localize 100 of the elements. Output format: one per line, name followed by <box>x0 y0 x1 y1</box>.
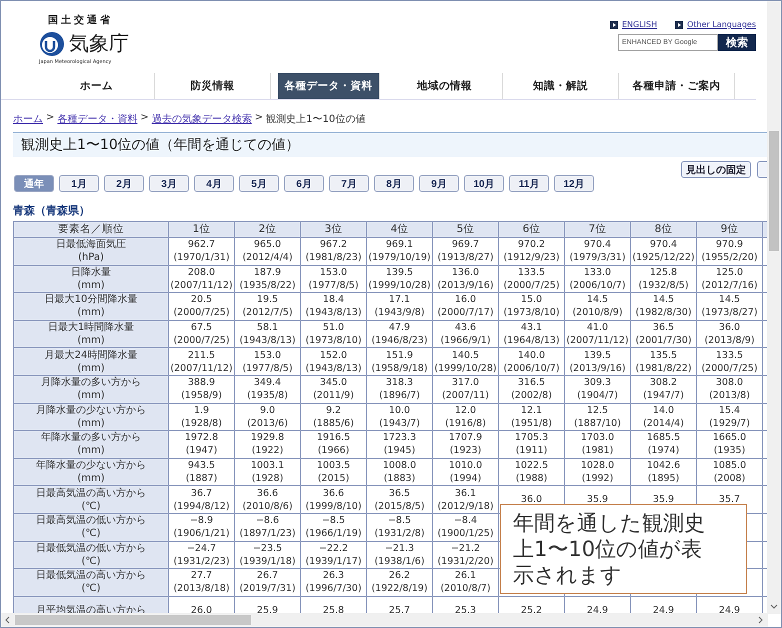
table-cell: 1703.0 (1981) <box>564 430 630 458</box>
table-cell: 36.5 (2015/8/5) <box>366 486 432 514</box>
table-cell: 14.5 (1973/8/27) <box>696 292 762 320</box>
table-cell: 970.9 (1955/2/20) <box>696 238 762 266</box>
table-cell: 962.7 (1970/1/31) <box>168 238 234 266</box>
table-cell: −23.5 (1939/1/18) <box>234 541 300 569</box>
table-cell: 1042.6 (1895) <box>630 458 696 486</box>
table-cell: 1.9 (1928/8) <box>168 403 234 431</box>
table-cell: −24.7 (1931/2/23) <box>168 541 234 569</box>
breadcrumb-separator: > <box>254 112 264 125</box>
month-tab[interactable]: 1月 <box>59 175 99 192</box>
table-cell: 388.9 (1958/9) <box>168 375 234 404</box>
table-cell: 16.0 (2000/7/17) <box>432 292 498 320</box>
table-cell: 14.5 (2010/8/9) <box>564 292 630 320</box>
table-cell: 133.5 (2000/7/25) <box>498 265 564 293</box>
table-cell: 51.0 (1973/8/10) <box>300 320 366 348</box>
month-tab[interactable]: 10月 <box>464 175 504 192</box>
nav-tab[interactable]: 知識・解説 <box>503 73 619 99</box>
month-tab[interactable]: 3月 <box>149 175 189 192</box>
language-link[interactable]: ENGLISH <box>622 20 658 29</box>
breadcrumb-link[interactable]: 各種データ・資料 <box>57 112 138 126</box>
table-cell: 20.5 (2000/7/25) <box>168 292 234 320</box>
row-header-cell: 日最低気温の低い方から (℃) <box>14 541 168 569</box>
breadcrumb-separator: > <box>140 112 149 125</box>
column-header: 6位 <box>498 222 564 238</box>
column-header: 5位 <box>432 222 498 238</box>
month-tab[interactable]: 5月 <box>239 175 279 192</box>
column-header: 7位 <box>564 222 630 238</box>
row-header-cell: 月最大24時間降水量 (mm) <box>14 348 168 376</box>
table-cell: 139.5 (2013/9/16) <box>564 348 630 376</box>
table-cell: 36.7 (1994/8/12) <box>168 486 234 514</box>
table-cell: 26.3 (1996/7/30) <box>300 568 366 596</box>
column-header: 2位 <box>234 222 300 238</box>
nav-tab[interactable]: ホーム <box>39 73 155 99</box>
table-cell: 17.1 (1943/9/8) <box>366 292 432 320</box>
month-tab[interactable]: 12月 <box>554 175 594 192</box>
row-header-cell: 年降水量の少ない方から (mm) <box>14 458 168 486</box>
month-tab[interactable]: 4月 <box>194 175 234 192</box>
table-cell: 1003.1 (1928) <box>234 458 300 486</box>
table-cell: 1705.3 (1911) <box>498 430 564 458</box>
table-cell: 135.5 (1981/8/22) <box>630 348 696 376</box>
table-cell: 36.6 (2010/8/6) <box>234 486 300 514</box>
ministry-name: 国土交通省 <box>48 13 114 27</box>
month-tab[interactable]: 6月 <box>284 175 324 192</box>
table-cell: 12.0 (1916/8) <box>432 403 498 431</box>
table-cell: 26.2 (1922/8/19) <box>366 568 432 596</box>
table-cell: 970.4 (1925/12/22) <box>630 238 696 266</box>
table-cell: 140.5 (1999/10/28) <box>432 348 498 376</box>
nav-tab[interactable]: 地域の情報 <box>387 73 503 99</box>
table-cell: 349.4 (1935/8) <box>234 375 300 404</box>
table-cell: 970.2 (1912/9/23) <box>498 238 564 266</box>
table-cell: 153.0 (1977/8/5) <box>300 265 366 293</box>
table-cell: 1028.0 (1992) <box>564 458 630 486</box>
table-cell: 9.2 (1885/6) <box>300 403 366 431</box>
table-cell: 1972.8 (1947) <box>168 430 234 458</box>
row-header-cell: 年降水量の多い方から (mm) <box>14 430 168 458</box>
table-cell: 208.0 (2007/11/12) <box>168 265 234 293</box>
table-cell: 316.5 (2002/8) <box>498 375 564 404</box>
table-cell: 308.2 (1947/7) <box>630 375 696 404</box>
month-tab[interactable]: 2月 <box>104 175 144 192</box>
table-cell: −21.3 (1938/1/6) <box>366 541 432 569</box>
column-header: 1位 <box>168 222 234 238</box>
fix-header-button[interactable]: 見出しの固定 <box>681 161 751 178</box>
breadcrumb-link[interactable]: 過去の気象データ検索 <box>152 112 252 126</box>
nav-tab[interactable]: 各種申請・ご案内 <box>619 73 735 99</box>
search-button[interactable]: 検索 <box>718 34 756 51</box>
month-tab[interactable]: 9月 <box>419 175 459 192</box>
table-cell: −8.4 (1900/1/25) <box>432 513 498 542</box>
row-header-cell: 日最大10分間降水量 (mm) <box>14 292 168 320</box>
breadcrumb-current: 観測史上1〜10位の値 <box>266 112 366 126</box>
table-cell: 12.1 (1951/8) <box>498 403 564 431</box>
table-cell: −21.2 (1931/2/20) <box>432 541 498 569</box>
month-tab[interactable]: 8月 <box>374 175 414 192</box>
row-header-cell: 日最高気温の高い方から (℃) <box>14 486 168 514</box>
table-cell: 125.8 (1932/8/5) <box>630 265 696 293</box>
nav-tab[interactable]: 防災情報 <box>155 73 271 99</box>
table-cell: −8.5 (1966/1/19) <box>300 513 366 542</box>
month-tab[interactable]: 11月 <box>509 175 549 192</box>
table-cell: 309.3 (1904/7) <box>564 375 630 404</box>
row-header-cell: 日最大1時間降水量 (mm) <box>14 320 168 348</box>
table-cell: 36.1 (2012/9/18) <box>432 486 498 514</box>
nav-tab[interactable]: 各種データ・資料 <box>278 73 380 99</box>
table-cell: 1665.0 (1935) <box>696 430 762 458</box>
breadcrumb-separator: > <box>46 112 54 125</box>
table-cell: 43.6 (1966/9/1) <box>432 320 498 348</box>
table-cell: 967.2 (1981/8/23) <box>300 238 366 266</box>
table-cell: 26.7 (2019/7/31) <box>234 568 300 596</box>
language-link[interactable]: Other Languages <box>687 20 756 29</box>
month-tab[interactable]: 7月 <box>329 175 369 192</box>
table-cell: 943.5 (1887) <box>168 458 234 486</box>
table-cell: 10.0 (1943/7) <box>366 403 432 431</box>
column-header: 要素名／順位 <box>14 222 168 238</box>
table-cell: 140.0 (2006/10/7) <box>498 348 564 376</box>
table-cell: 318.3 (1896/7) <box>366 375 432 404</box>
table-cell: 152.0 (1943/8/13) <box>300 348 366 376</box>
table-cell: 133.0 (2006/10/7) <box>564 265 630 293</box>
breadcrumb-link[interactable]: ホーム <box>13 112 43 126</box>
table-cell: 15.4 (1929/7) <box>696 403 762 431</box>
table-cell: 317.0 (2007/11) <box>432 375 498 404</box>
table-cell: 9.0 (2013/6) <box>234 403 300 431</box>
